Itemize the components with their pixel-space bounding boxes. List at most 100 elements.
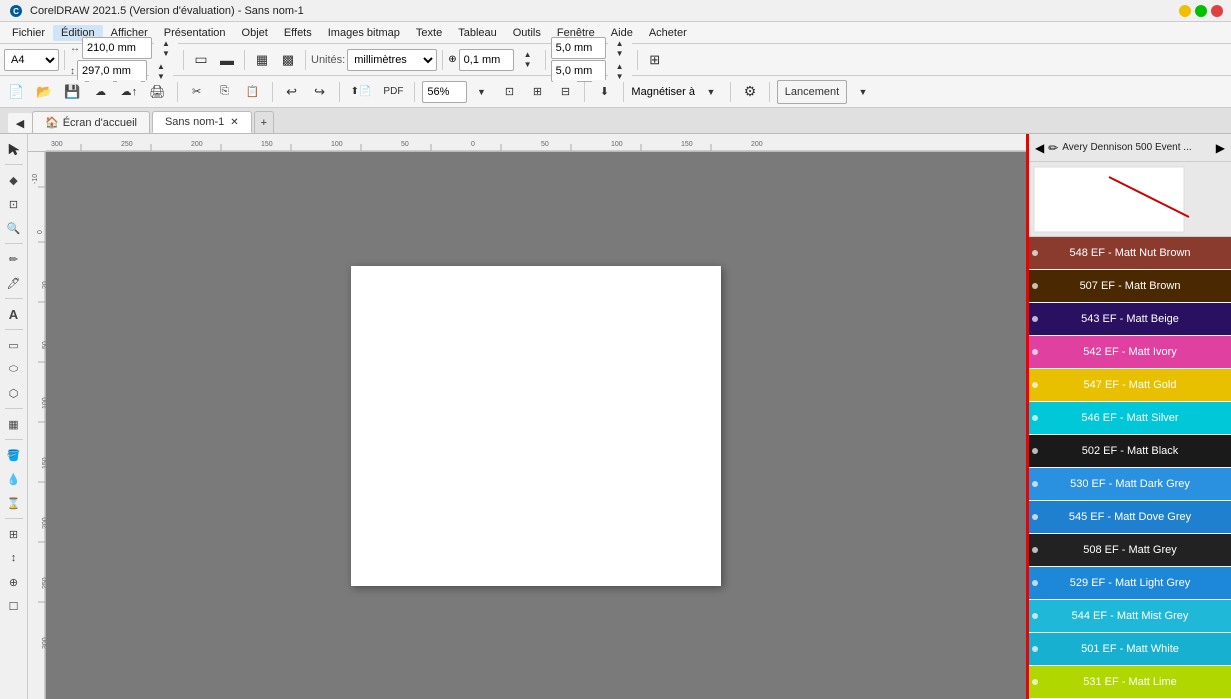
tab-toolbar-left-btn[interactable]: ◀ bbox=[8, 113, 32, 133]
color-row-544[interactable]: 544 EF - Matt Mist Grey bbox=[1029, 600, 1231, 633]
units-select[interactable]: millimètres bbox=[347, 49, 437, 71]
panel-edit-icon[interactable]: ✏ bbox=[1048, 141, 1058, 155]
ellipse-tool-btn[interactable]: ⬭ bbox=[3, 358, 25, 380]
color-row-502[interactable]: 502 EF - Matt Black bbox=[1029, 435, 1231, 468]
landscape-btn[interactable]: ▬ bbox=[215, 48, 239, 72]
connector-tool-btn[interactable]: ⊞ bbox=[3, 523, 25, 545]
dup2-up-btn[interactable]: ▲ bbox=[608, 61, 632, 71]
panel-color-list[interactable]: 548 EF - Matt Nut Brown507 EF - Matt Bro… bbox=[1029, 237, 1231, 699]
nudge-up-btn[interactable]: ▲ bbox=[516, 50, 540, 60]
menu-item-texte[interactable]: Texte bbox=[408, 25, 450, 41]
color-row-543[interactable]: 543 EF - Matt Beige bbox=[1029, 303, 1231, 336]
color-label-531: 531 EF - Matt Lime bbox=[1083, 676, 1177, 688]
height-up-btn[interactable]: ▲ bbox=[149, 61, 173, 71]
text-tool-btn[interactable]: A bbox=[3, 303, 25, 325]
save-btn[interactable]: 💾 bbox=[60, 80, 84, 104]
color-row-501[interactable]: 501 EF - Matt White bbox=[1029, 633, 1231, 666]
dup2-input[interactable] bbox=[551, 60, 606, 82]
cloud-open-btn[interactable]: ☁↑ bbox=[117, 80, 142, 104]
table-tool-btn[interactable]: ▦ bbox=[3, 413, 25, 435]
shadow-tool-btn[interactable]: ☐ bbox=[3, 595, 25, 617]
nudge-input[interactable] bbox=[459, 49, 514, 71]
bar-chart-btn[interactable]: ▦ bbox=[250, 48, 274, 72]
panel-expand-icon[interactable]: ▶ bbox=[1216, 141, 1225, 155]
import-btn[interactable]: ⬇ bbox=[592, 80, 616, 104]
zoom-tool-btn[interactable]: 🔍 bbox=[3, 217, 25, 239]
close-btn[interactable] bbox=[1211, 5, 1223, 17]
blend-tool-btn[interactable]: ⌛ bbox=[3, 492, 25, 514]
menu-item-fichier[interactable]: Fichier bbox=[4, 25, 53, 41]
portrait-btn[interactable]: ▭ bbox=[189, 48, 213, 72]
zoom-grid-btn[interactable]: ⊞ bbox=[525, 80, 549, 104]
tab-add-btn[interactable]: + bbox=[254, 111, 274, 133]
zoom-input[interactable] bbox=[422, 81, 467, 103]
color-row-545[interactable]: 545 EF - Matt Dove Grey bbox=[1029, 501, 1231, 534]
menu-item-acheter[interactable]: Acheter bbox=[641, 25, 695, 41]
menu-item-objet[interactable]: Objet bbox=[234, 25, 276, 41]
width-input[interactable] bbox=[82, 37, 152, 59]
panel-back-icon[interactable]: ◀ bbox=[1035, 141, 1044, 155]
dimension-tool-btn[interactable]: ↕ bbox=[3, 547, 25, 569]
width-down-btn[interactable]: ▼ bbox=[154, 48, 178, 58]
dup1-input[interactable] bbox=[551, 37, 606, 59]
menu-item-tableau[interactable]: Tableau bbox=[450, 25, 505, 41]
node-tool-btn[interactable]: ◆ bbox=[3, 169, 25, 191]
undo-btn[interactable]: ↩ bbox=[280, 80, 304, 104]
color-row-531[interactable]: 531 EF - Matt Lime bbox=[1029, 666, 1231, 699]
fill-tool-btn[interactable]: 🪣 bbox=[3, 444, 25, 466]
cloud-save-btn[interactable]: ☁ bbox=[89, 80, 113, 104]
dup1-down-btn[interactable]: ▼ bbox=[608, 48, 632, 58]
launch-label-btn[interactable]: Lancement bbox=[777, 80, 847, 104]
page-size-select[interactable]: A4 bbox=[4, 49, 59, 71]
menu-item-images-bitmap[interactable]: Images bitmap bbox=[320, 25, 408, 41]
tab-home[interactable]: 🏠 Écran d'accueil bbox=[32, 111, 150, 133]
height-input[interactable] bbox=[77, 60, 147, 82]
select-tool-btn[interactable] bbox=[3, 138, 25, 160]
menu-item-effets[interactable]: Effets bbox=[276, 25, 320, 41]
zoom-fit-btn[interactable]: ⊡ bbox=[497, 80, 521, 104]
color-row-507[interactable]: 507 EF - Matt Brown bbox=[1029, 270, 1231, 303]
eyedrop-tool-btn[interactable]: 💧 bbox=[3, 468, 25, 490]
color-dot-508 bbox=[1032, 547, 1038, 553]
cut-btn[interactable]: ✂ bbox=[185, 80, 209, 104]
export2-btn[interactable]: PDF bbox=[379, 80, 407, 104]
freehand-tool-btn[interactable]: ✏ bbox=[3, 248, 25, 270]
color-row-508[interactable]: 508 EF - Matt Grey bbox=[1029, 534, 1231, 567]
dup1-up-btn[interactable]: ▲ bbox=[608, 38, 632, 48]
tab-close-icon[interactable]: ✕ bbox=[230, 117, 238, 128]
zoom-dropdown-btn[interactable]: ▼ bbox=[469, 80, 493, 104]
color-row-547[interactable]: 547 EF - Matt Gold bbox=[1029, 369, 1231, 402]
rect-tool-btn[interactable]: ▭ bbox=[3, 334, 25, 356]
magnetiser-dropdown-btn[interactable]: ▼ bbox=[699, 80, 723, 104]
color-row-548[interactable]: 548 EF - Matt Nut Brown bbox=[1029, 237, 1231, 270]
svg-text:50: 50 bbox=[401, 141, 409, 148]
tab-document[interactable]: Sans nom-1 ✕ bbox=[152, 111, 252, 133]
maximize-btn[interactable] bbox=[1195, 5, 1207, 17]
zoom-ruler-btn[interactable]: ⊟ bbox=[553, 80, 577, 104]
color-row-530[interactable]: 530 EF - Matt Dark Grey bbox=[1029, 468, 1231, 501]
copy-btn[interactable]: ⎘ bbox=[213, 80, 237, 104]
launch-dropdown-btn[interactable]: ▼ bbox=[851, 80, 875, 104]
width-up-btn[interactable]: ▲ bbox=[154, 38, 178, 48]
new-btn[interactable]: 📄 bbox=[4, 80, 28, 104]
menu-item-outils[interactable]: Outils bbox=[505, 25, 549, 41]
bar-chart2-btn[interactable]: ▩ bbox=[276, 48, 300, 72]
minimize-btn[interactable] bbox=[1179, 5, 1191, 17]
svg-text:0: 0 bbox=[37, 230, 44, 234]
crop-tool-btn[interactable]: ⊡ bbox=[3, 193, 25, 215]
canvas-content[interactable] bbox=[46, 152, 1026, 699]
settings-btn[interactable]: ⚙ bbox=[738, 80, 762, 104]
nudge-down-btn[interactable]: ▼ bbox=[516, 60, 540, 70]
color-row-529[interactable]: 529 EF - Matt Light Grey bbox=[1029, 567, 1231, 600]
transform-tool-btn[interactable]: ⊕ bbox=[3, 571, 25, 593]
print-btn[interactable]: 🖨 bbox=[145, 80, 170, 104]
paste-btn[interactable]: 📋 bbox=[241, 80, 265, 104]
crop-btn[interactable]: ⊞ bbox=[643, 48, 667, 72]
redo-btn[interactable]: ↪ bbox=[308, 80, 332, 104]
open-btn[interactable]: 📂 bbox=[32, 80, 56, 104]
pen-tool-btn[interactable]: 🖊 bbox=[3, 272, 25, 294]
color-row-546[interactable]: 546 EF - Matt Silver bbox=[1029, 402, 1231, 435]
color-row-542[interactable]: 542 EF - Matt Ivory bbox=[1029, 336, 1231, 369]
export-btn[interactable]: ⬆📄 bbox=[347, 80, 376, 104]
polygon-tool-btn[interactable]: ⬡ bbox=[3, 382, 25, 404]
